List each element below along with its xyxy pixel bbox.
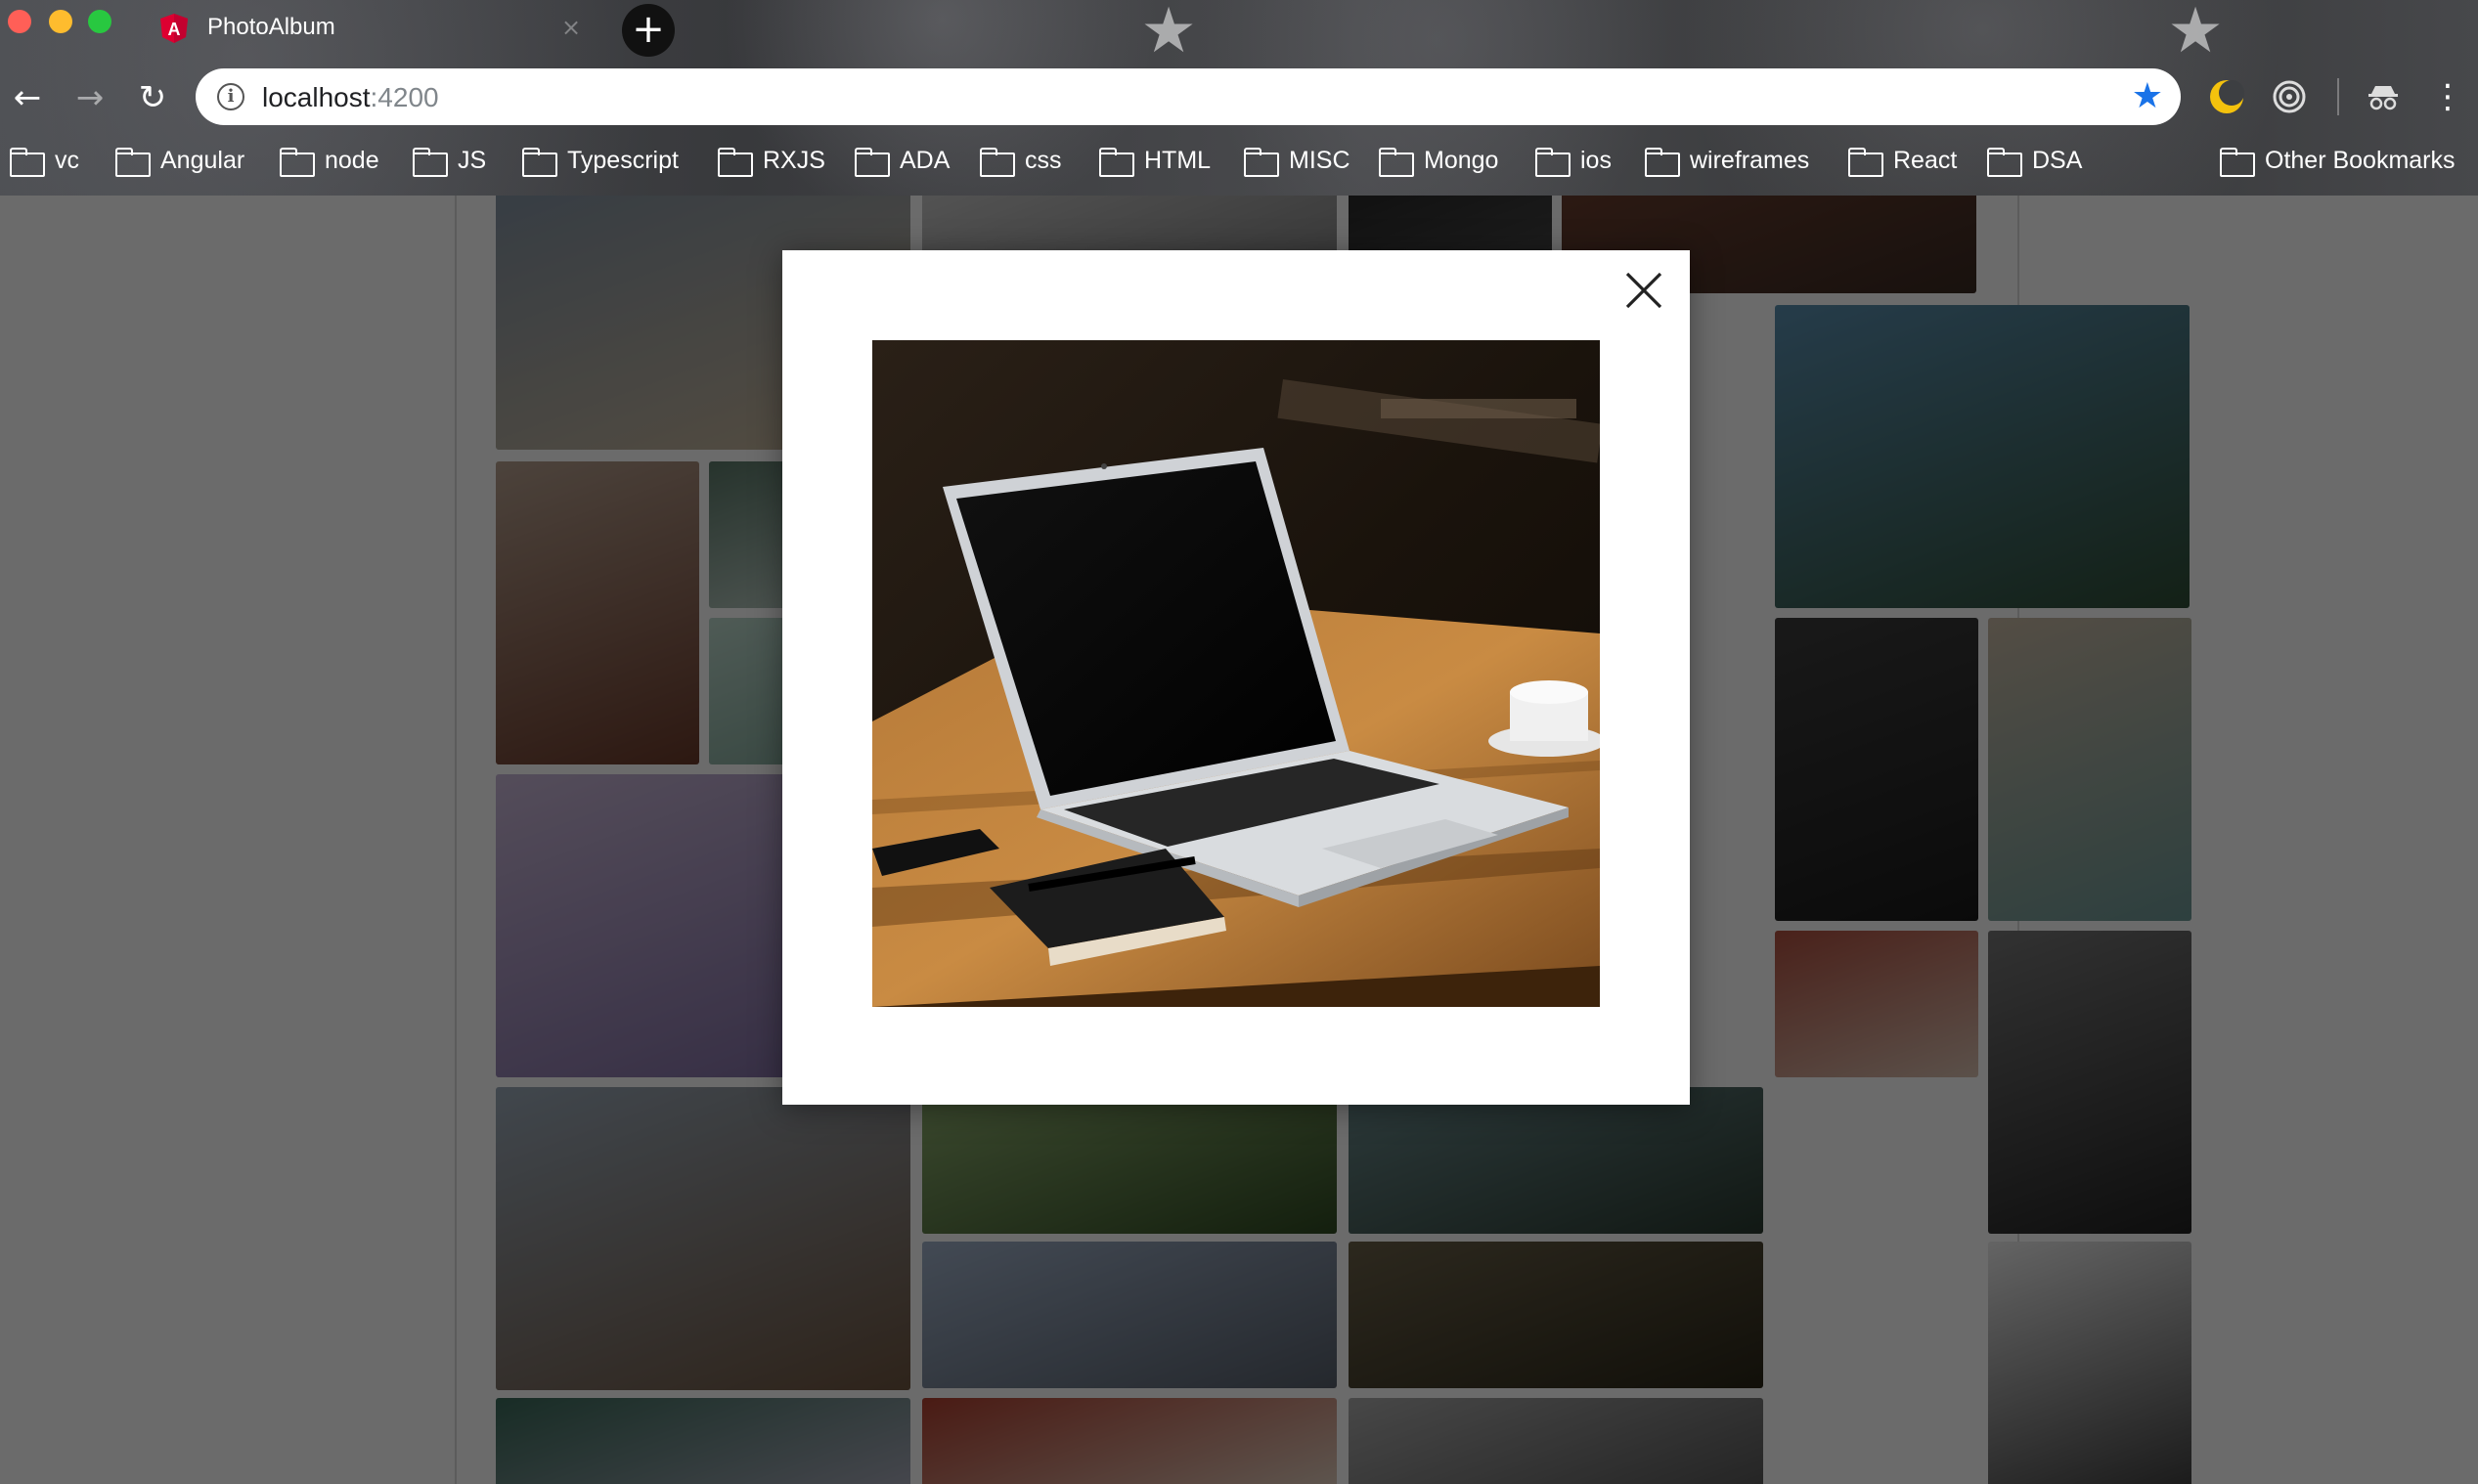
bookmark-wireframes[interactable]: wireframes bbox=[1645, 139, 1809, 182]
browser-tab[interactable]: A PhotoAlbum × bbox=[147, 0, 597, 61]
bookmark-label: DSA bbox=[2032, 146, 2083, 174]
bookmark-star-icon[interactable]: ★ bbox=[2132, 76, 2163, 116]
close-icon[interactable] bbox=[1621, 268, 1666, 313]
bookmark-label: JS bbox=[458, 146, 487, 174]
modal-photo bbox=[872, 340, 1600, 1007]
bookmark-label: wireframes bbox=[1690, 146, 1810, 174]
bookmark-label: Mongo bbox=[1424, 146, 1499, 174]
laptop-photo-illustration bbox=[872, 340, 1600, 1007]
browser-menu-icon[interactable]: ⋮ bbox=[2431, 78, 2464, 115]
other-bookmarks-label: Other Bookmarks bbox=[2265, 146, 2456, 174]
toolbar-divider bbox=[2337, 78, 2339, 115]
folder-icon bbox=[115, 148, 151, 177]
folder-icon bbox=[980, 148, 1015, 177]
bookmark-label: ios bbox=[1580, 146, 1612, 174]
forward-button[interactable]: → bbox=[68, 76, 111, 119]
bookmark-typescript[interactable]: Typescript bbox=[522, 139, 679, 182]
bookmark-node[interactable]: node bbox=[280, 139, 379, 182]
bookmark-label: RXJS bbox=[763, 146, 825, 174]
incognito-icon[interactable] bbox=[2365, 78, 2402, 115]
bookmark-label: vc bbox=[55, 146, 79, 174]
other-bookmarks[interactable]: Other Bookmarks bbox=[2220, 139, 2456, 182]
bookmark-mongo[interactable]: Mongo bbox=[1379, 139, 1498, 182]
theme-star-decoration: ★ bbox=[1140, 0, 1197, 67]
theme-star-decoration: ★ bbox=[2167, 0, 2224, 67]
url-host: localhost bbox=[262, 82, 371, 112]
folder-icon bbox=[1645, 148, 1680, 177]
folder-icon bbox=[280, 148, 315, 177]
folder-icon bbox=[1535, 148, 1571, 177]
bookmark-label: MISC bbox=[1289, 146, 1350, 174]
target-extension-icon[interactable] bbox=[2271, 78, 2308, 115]
bookmark-label: css bbox=[1025, 146, 1062, 174]
window-zoom-button[interactable] bbox=[88, 10, 111, 33]
info-icon[interactable]: i bbox=[217, 83, 244, 110]
folder-icon bbox=[718, 148, 753, 177]
folder-icon bbox=[1379, 148, 1414, 177]
bookmark-js[interactable]: JS bbox=[413, 139, 486, 182]
bookmark-label: Typescript bbox=[567, 146, 679, 174]
folder-icon bbox=[522, 148, 557, 177]
url-text[interactable]: localhost:4200 bbox=[262, 82, 439, 113]
tab-title: PhotoAlbum bbox=[207, 14, 335, 40]
bookmark-misc[interactable]: MISC bbox=[1244, 139, 1350, 182]
folder-icon bbox=[1099, 148, 1134, 177]
bookmarks-bar: vc Angular node JS Typescript RXJS ADA css HTML M… bbox=[0, 139, 2478, 182]
bookmark-dsa[interactable]: DSA bbox=[1987, 139, 2082, 182]
bookmark-ada[interactable]: ADA bbox=[855, 139, 950, 182]
window-minimize-button[interactable] bbox=[49, 10, 72, 33]
url-port: :4200 bbox=[370, 82, 439, 112]
bookmark-ios[interactable]: ios bbox=[1535, 139, 1612, 182]
back-button[interactable]: ← bbox=[6, 76, 49, 119]
bookmark-css[interactable]: css bbox=[980, 139, 1062, 182]
folder-icon bbox=[1244, 148, 1279, 177]
folder-icon bbox=[413, 148, 448, 177]
new-tab-button[interactable]: + bbox=[622, 4, 675, 57]
address-bar[interactable]: i localhost:4200 ★ bbox=[196, 68, 2181, 125]
browser-chrome: ★ ★ A PhotoAlbum × + ← → ↻ i localhost:4… bbox=[0, 0, 2478, 196]
angular-icon: A bbox=[160, 14, 188, 43]
night-mode-extension-icon[interactable] bbox=[2208, 78, 2245, 115]
bookmark-label: ADA bbox=[900, 146, 951, 174]
bookmark-label: node bbox=[325, 146, 379, 174]
bookmark-label: HTML bbox=[1144, 146, 1212, 174]
bookmark-label: React bbox=[1893, 146, 1958, 174]
folder-icon bbox=[1987, 148, 2022, 177]
folder-icon bbox=[2220, 148, 2255, 177]
bookmark-angular[interactable]: Angular bbox=[115, 139, 244, 182]
photo-album-page bbox=[0, 196, 2478, 1484]
window-close-button[interactable] bbox=[8, 10, 31, 33]
bookmark-vc[interactable]: vc bbox=[10, 139, 79, 182]
folder-icon bbox=[10, 148, 45, 177]
folder-icon bbox=[855, 148, 890, 177]
image-modal bbox=[782, 250, 1690, 1105]
svg-text:A: A bbox=[168, 20, 181, 39]
bookmark-react[interactable]: React bbox=[1848, 139, 1957, 182]
reload-button[interactable]: ↻ bbox=[131, 76, 174, 119]
folder-icon bbox=[1848, 148, 1883, 177]
bookmark-rxjs[interactable]: RXJS bbox=[718, 139, 825, 182]
tab-close-icon[interactable]: × bbox=[561, 14, 581, 41]
bookmark-label: Angular bbox=[160, 146, 245, 174]
bookmark-html[interactable]: HTML bbox=[1099, 139, 1211, 182]
